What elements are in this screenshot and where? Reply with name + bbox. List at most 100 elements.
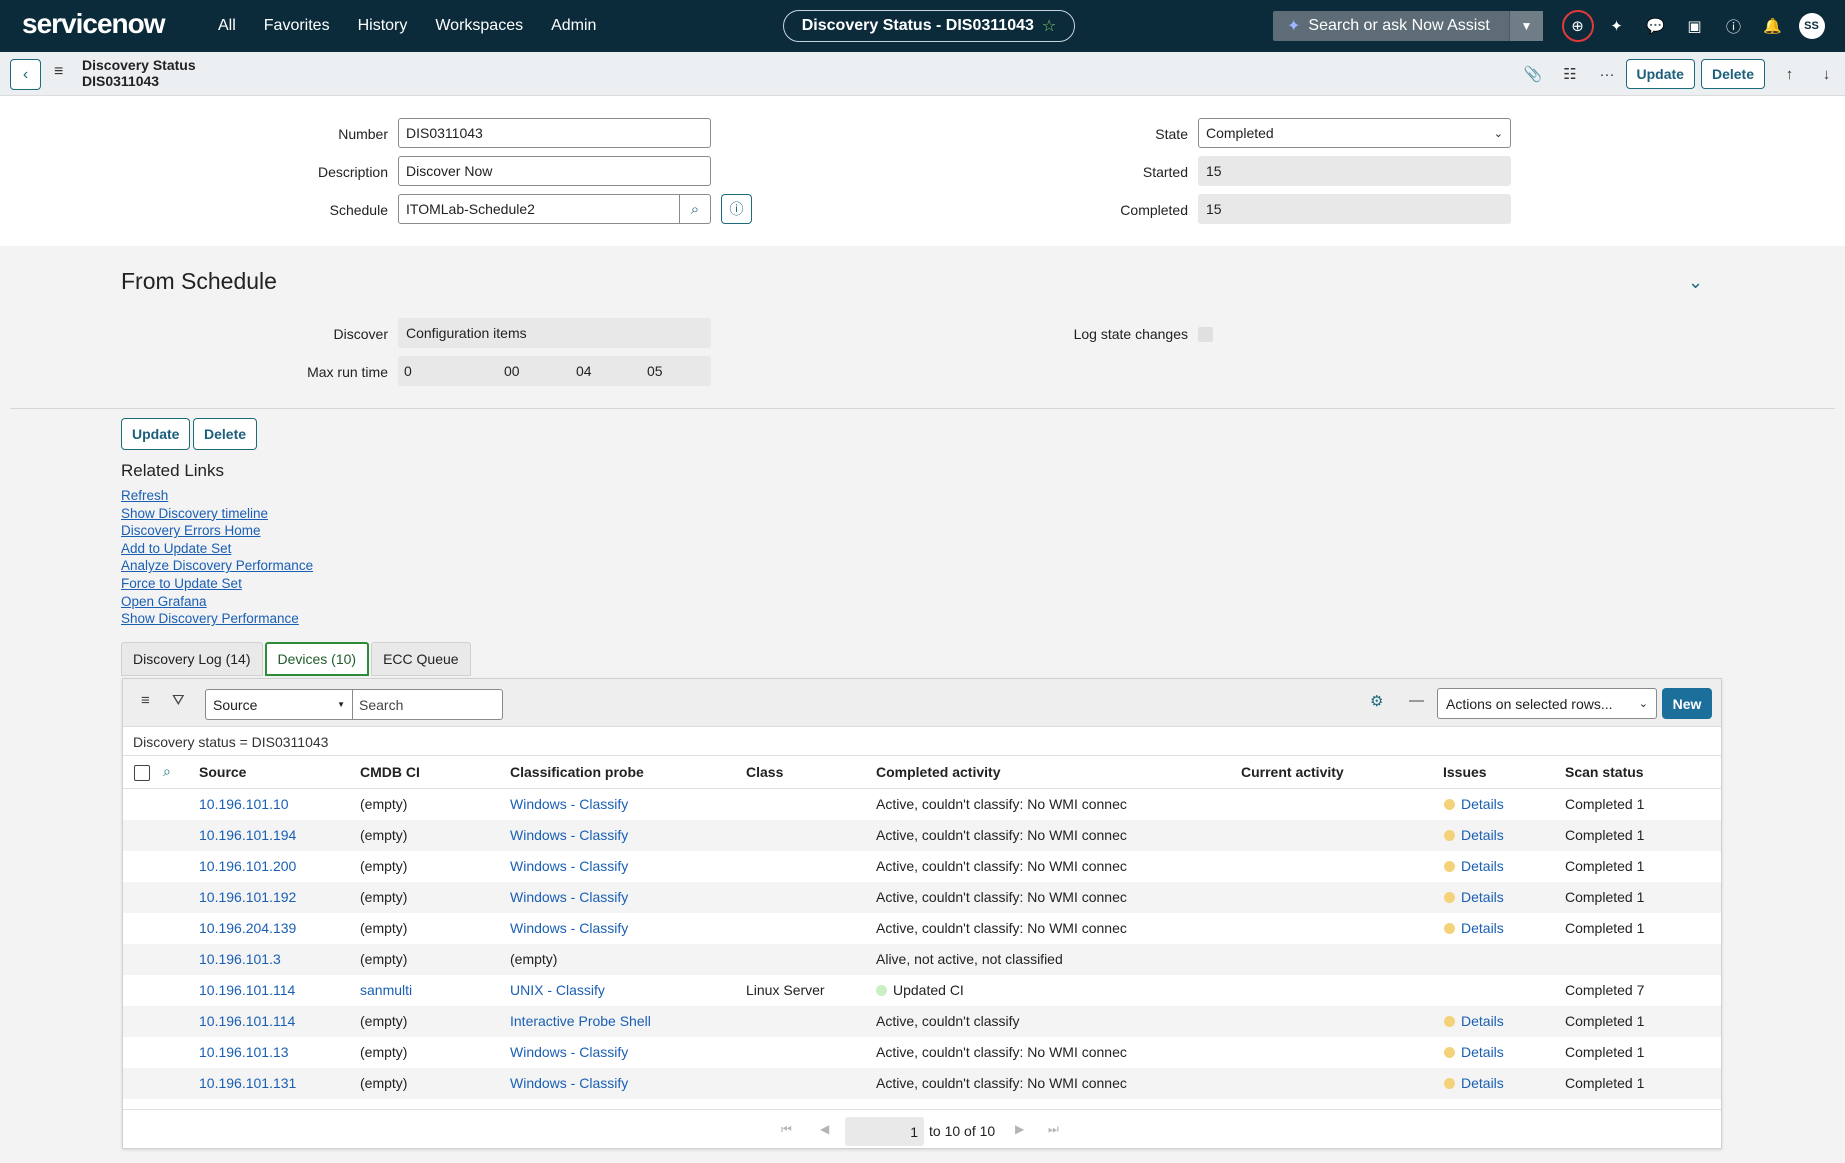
more-options-icon[interactable]: ··· bbox=[1589, 59, 1626, 89]
tab-devices[interactable]: Devices (10) bbox=[264, 642, 370, 676]
record-title-pill[interactable]: Discovery Status - DIS0311043 ☆ bbox=[783, 10, 1075, 42]
description-field[interactable]: Discover Now bbox=[398, 156, 711, 186]
chevron-down-icon[interactable]: ⌄ bbox=[1688, 272, 1703, 293]
star-icon[interactable]: ☆ bbox=[1042, 16, 1056, 36]
filter-icon[interactable]: ⛛ bbox=[172, 692, 185, 709]
cell-classification-probe[interactable]: Windows - Classify bbox=[510, 1075, 628, 1091]
column-source[interactable]: Source bbox=[199, 764, 246, 780]
cell-source[interactable]: 10.196.101.114 bbox=[199, 982, 295, 998]
servicenow-logo[interactable]: servicenow bbox=[22, 8, 166, 40]
column-search-icon[interactable]: ⌕ bbox=[163, 763, 171, 780]
table-row[interactable]: 10.196.101.194 (empty) Windows - Classify A… bbox=[123, 820, 1721, 851]
table-row[interactable]: 10.196.101.13 (empty) Windows - Classify Ac… bbox=[123, 1037, 1721, 1068]
table-row[interactable]: 10.196.101.10 (empty) Windows - Classify Ac… bbox=[123, 789, 1721, 820]
menu-all[interactable]: All bbox=[204, 17, 250, 35]
next-page-icon[interactable]: ▶ bbox=[1015, 1122, 1024, 1136]
last-page-icon[interactable]: ⏭ bbox=[1048, 1122, 1059, 1137]
new-button[interactable]: New bbox=[1662, 688, 1712, 719]
cell-source[interactable]: 10.196.101.194 bbox=[199, 827, 296, 843]
chat-icon[interactable]: 💬 bbox=[1636, 8, 1675, 44]
schedule-field[interactable]: ITOMLab-Schedule2 bbox=[398, 194, 680, 224]
previous-page-icon[interactable]: ◀ bbox=[820, 1122, 829, 1136]
column-class[interactable]: Class bbox=[746, 764, 783, 780]
context-menu-icon[interactable]: ≡ bbox=[54, 63, 63, 81]
delete-button-bottom[interactable]: Delete bbox=[193, 418, 258, 450]
user-avatar[interactable]: SS bbox=[1792, 8, 1831, 44]
tab-discovery-log[interactable]: Discovery Log (14) bbox=[121, 642, 263, 676]
chevron-down-icon[interactable]: ▼ bbox=[1509, 11, 1543, 41]
cell-source[interactable]: 10.196.204.139 bbox=[199, 920, 296, 936]
state-select[interactable]: Completed ⌄ bbox=[1198, 118, 1511, 148]
cell-issues[interactable]: Details bbox=[1461, 796, 1504, 812]
page-number-input[interactable]: 1 bbox=[845, 1117, 924, 1146]
cell-issues[interactable]: Details bbox=[1461, 1044, 1504, 1060]
cell-classification-probe[interactable]: Windows - Classify bbox=[510, 858, 628, 874]
column-cmdb-ci[interactable]: CMDB CI bbox=[360, 764, 420, 780]
cell-issues[interactable]: Details bbox=[1461, 858, 1504, 874]
cell-classification-probe[interactable]: Interactive Probe Shell bbox=[510, 1013, 651, 1029]
table-row[interactable]: 10.196.101.3 (empty) (empty) Alive, not act… bbox=[123, 944, 1721, 975]
link-show-discovery-timeline[interactable]: Show Discovery timeline bbox=[121, 505, 313, 523]
cell-classification-probe[interactable]: Windows - Classify bbox=[510, 796, 628, 812]
first-page-icon[interactable]: ⏮ bbox=[781, 1122, 792, 1137]
search-field-select[interactable]: Source ▼ bbox=[205, 689, 353, 720]
table-row[interactable]: 10.196.204.139 (empty) Windows - Classify A… bbox=[123, 913, 1721, 944]
link-add-to-update-set[interactable]: Add to Update Set bbox=[121, 540, 313, 558]
table-row[interactable]: 10.196.101.114 sanmulti UNIX - Classify Lin… bbox=[123, 975, 1721, 1006]
table-row[interactable]: 10.196.101.114 (empty) Interactive Probe S… bbox=[123, 1006, 1721, 1037]
link-force-to-update-set[interactable]: Force to Update Set bbox=[121, 575, 313, 593]
cell-source[interactable]: 10.196.101.131 bbox=[199, 1075, 296, 1091]
update-button-bottom[interactable]: Update bbox=[121, 418, 191, 450]
cell-classification-probe[interactable]: Windows - Classify bbox=[510, 889, 628, 905]
list-search-input[interactable]: Search bbox=[352, 689, 503, 720]
column-classification-probe[interactable]: Classification probe bbox=[510, 764, 644, 780]
cell-issues[interactable]: Details bbox=[1461, 889, 1504, 905]
tab-ecc-queue[interactable]: ECC Queue bbox=[371, 642, 471, 676]
cell-classification-probe[interactable]: Windows - Classify bbox=[510, 827, 628, 843]
cell-issues[interactable]: Details bbox=[1461, 1013, 1504, 1029]
card-icon[interactable]: ▣ bbox=[1675, 8, 1714, 44]
cell-source[interactable]: 10.196.101.3 bbox=[199, 951, 281, 967]
number-field[interactable]: DIS0311043 bbox=[398, 118, 711, 148]
gear-icon[interactable]: ⚙ bbox=[1370, 692, 1383, 710]
cell-issues[interactable]: Details bbox=[1461, 1075, 1504, 1091]
select-all-checkbox[interactable] bbox=[134, 765, 150, 781]
cell-issues[interactable]: Details bbox=[1461, 827, 1504, 843]
list-menu-icon[interactable]: ≡ bbox=[141, 692, 150, 709]
arrow-down-icon[interactable]: ↓ bbox=[1808, 59, 1845, 89]
delete-button[interactable]: Delete bbox=[1700, 59, 1765, 89]
cell-source[interactable]: 10.196.101.192 bbox=[199, 889, 296, 905]
help-icon[interactable]: ⓘ bbox=[1714, 8, 1753, 44]
cell-source[interactable]: 10.196.101.200 bbox=[199, 858, 296, 874]
column-completed-activity[interactable]: Completed activity bbox=[876, 764, 1000, 780]
cell-source[interactable]: 10.196.101.10 bbox=[199, 796, 289, 812]
list-breadcrumb[interactable]: Discovery status = DIS0311043 bbox=[133, 734, 328, 750]
paperclip-icon[interactable]: 📎 bbox=[1515, 59, 1552, 89]
table-row[interactable]: 10.196.101.131 (empty) Windows - Classify A… bbox=[123, 1068, 1721, 1099]
menu-workspaces[interactable]: Workspaces bbox=[421, 17, 537, 35]
link-show-discovery-performance[interactable]: Show Discovery Performance bbox=[121, 610, 313, 628]
cell-classification-probe[interactable]: Windows - Classify bbox=[510, 1044, 628, 1060]
now-assist-icon[interactable]: ✦ bbox=[1597, 8, 1636, 44]
actions-select[interactable]: Actions on selected rows... ⌄ bbox=[1437, 688, 1657, 719]
menu-admin[interactable]: Admin bbox=[537, 17, 610, 35]
update-button[interactable]: Update bbox=[1625, 59, 1695, 89]
cell-classification-probe[interactable]: Windows - Classify bbox=[510, 920, 628, 936]
cell-cmdb-ci[interactable]: sanmulti bbox=[360, 982, 412, 998]
menu-history[interactable]: History bbox=[344, 17, 422, 35]
settings-sliders-icon[interactable]: ☷ bbox=[1552, 59, 1589, 89]
column-issues[interactable]: Issues bbox=[1443, 764, 1487, 780]
menu-favorites[interactable]: Favorites bbox=[250, 17, 344, 35]
back-button[interactable]: ‹ bbox=[10, 59, 41, 90]
collapse-icon[interactable]: — bbox=[1409, 692, 1424, 709]
globe-icon[interactable]: ⊕ bbox=[1558, 8, 1597, 44]
search-icon[interactable]: ⌕ bbox=[680, 194, 711, 224]
table-row[interactable]: 10.196.101.192 (empty) Windows - Classify A… bbox=[123, 882, 1721, 913]
cell-source[interactable]: 10.196.101.13 bbox=[199, 1044, 289, 1060]
link-analyze-discovery-performance[interactable]: Analyze Discovery Performance bbox=[121, 557, 313, 575]
log-state-changes-checkbox[interactable] bbox=[1198, 327, 1213, 342]
cell-issues[interactable]: Details bbox=[1461, 920, 1504, 936]
global-search[interactable]: ✦ Search or ask Now Assist ▼ bbox=[1273, 11, 1543, 41]
column-scan-status[interactable]: Scan status bbox=[1565, 764, 1644, 780]
arrow-up-icon[interactable]: ↑ bbox=[1771, 59, 1808, 89]
